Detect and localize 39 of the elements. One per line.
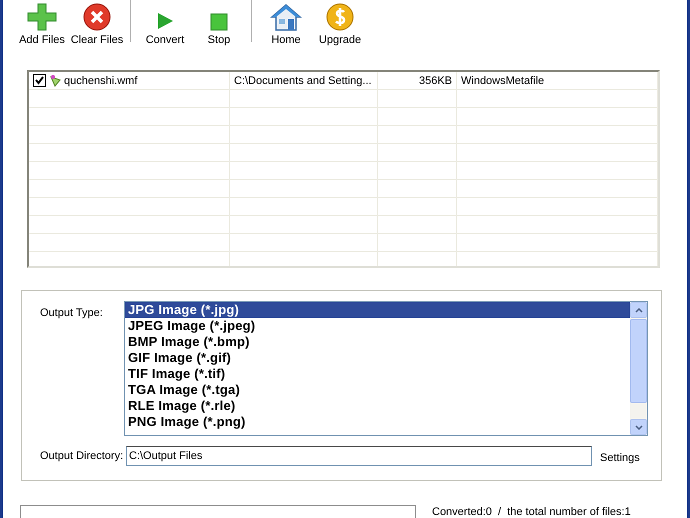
output-type-label: Output Type: [40, 306, 104, 319]
format-option[interactable]: GIF Image (*.gif) [125, 350, 630, 366]
toolbar-button[interactable]: Convert [137, 0, 193, 46]
scroll-down-button[interactable] [630, 419, 647, 435]
file-icon [49, 74, 61, 87]
scrollbar-thumb[interactable] [630, 319, 647, 403]
type-cell: WindowsMetafile [457, 72, 658, 89]
file-name: quchenshi.wmf [64, 74, 138, 86]
toolbar-button[interactable]: Add Files [14, 0, 70, 46]
play-icon [155, 11, 175, 31]
toolbar-button[interactable]: Stop [193, 0, 245, 46]
close-icon [83, 3, 111, 31]
format-option[interactable]: RLE Image (*.rle) [125, 398, 630, 414]
stop-icon [210, 13, 228, 31]
format-option[interactable]: TGA Image (*.tga) [125, 382, 630, 398]
format-option[interactable]: TIF Image (*.tif) [125, 366, 630, 382]
toolbar-button[interactable]: Upgrade [314, 0, 366, 46]
path-cell: C:\Documents and Setting... [230, 72, 378, 89]
output-directory-label: Output Directory: [40, 450, 124, 462]
output-directory-field[interactable]: C:\Output Files [126, 446, 592, 466]
checkmark-icon [35, 76, 44, 85]
chevron-up-icon [634, 308, 642, 312]
checkbox[interactable] [33, 74, 46, 87]
dollar-coin-icon [326, 3, 354, 31]
size-cell: 356KB [378, 72, 457, 89]
format-option[interactable]: BMP Image (*.bmp) [125, 334, 630, 350]
house-icon [270, 3, 302, 31]
toolbar-button[interactable]: Home [258, 0, 314, 46]
scroll-up-button[interactable] [630, 302, 647, 318]
format-option[interactable]: PNG Image (*.png) [125, 414, 630, 430]
output-type-list[interactable]: JPG Image (*.jpg) JPEG Image (*.jpeg) BMP Image (*.bmp) GIF Image (*.gif) TIF Image (*.tif) TGA Image (*.tga) RLE Image (*.rle) PNG Image (*.png) [124, 301, 648, 436]
format-option[interactable]: JPG Image (*.jpg) [125, 302, 630, 318]
chevron-down-icon [634, 424, 642, 430]
settings-button[interactable]: Settings [600, 452, 640, 464]
plus-icon [27, 3, 57, 31]
conversion-status: Converted:0 / the total number of files:1 [432, 506, 631, 518]
format-option[interactable]: JPEG Image (*.jpeg) [125, 318, 630, 334]
file-name-cell[interactable]: quchenshi.wmf [29, 72, 230, 89]
toolbar-button[interactable]: Clear Files [70, 0, 124, 46]
